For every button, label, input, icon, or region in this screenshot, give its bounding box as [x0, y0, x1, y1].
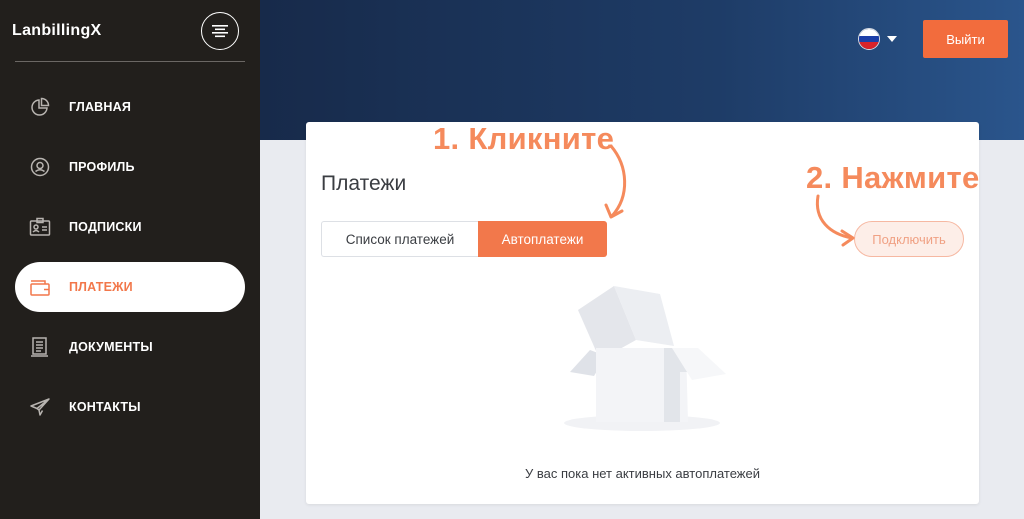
sidebar-item-label: КОНТАКТЫ	[69, 400, 141, 414]
top-header: Выйти	[260, 0, 1024, 140]
sidebar: LanbillingX ГЛАВНАЯ ПРОФИЛЬ ПОДПИСКИ ПЛА…	[0, 0, 260, 519]
document-icon	[29, 336, 51, 358]
sidebar-item-payments[interactable]: ПЛАТЕЖИ	[15, 262, 245, 312]
sidebar-item-profile[interactable]: ПРОФИЛЬ	[15, 142, 245, 192]
user-circle-icon	[29, 156, 51, 178]
brand-logo: LanbillingX	[12, 22, 102, 39]
sidebar-item-label: ПЛАТЕЖИ	[69, 280, 133, 294]
annotation-step1: 1. Кликните	[433, 121, 615, 156]
chevron-down-icon	[887, 36, 897, 42]
sidebar-divider	[15, 61, 245, 62]
language-selector[interactable]	[858, 28, 897, 50]
empty-state-text: У вас пока нет активных автоплатежей	[525, 466, 760, 481]
sidebar-item-label: ПРОФИЛЬ	[69, 160, 135, 174]
id-card-icon	[29, 216, 51, 238]
sidebar-item-label: ДОКУМЕНТЫ	[69, 340, 153, 354]
annotation-step2: 2. Нажмите	[806, 160, 980, 195]
connect-button[interactable]: Подключить	[854, 221, 964, 257]
sidebar-nav: ГЛАВНАЯ ПРОФИЛЬ ПОДПИСКИ ПЛАТЕЖИ ДОКУМЕН…	[15, 82, 245, 442]
empty-box-icon	[564, 286, 726, 431]
menu-toggle-button[interactable]	[201, 12, 239, 50]
sidebar-item-label: ПОДПИСКИ	[69, 220, 142, 234]
sidebar-item-home[interactable]: ГЛАВНАЯ	[15, 82, 245, 132]
sidebar-item-contacts[interactable]: КОНТАКТЫ	[15, 382, 245, 432]
page-title: Платежи	[321, 172, 407, 195]
tab-payment-list[interactable]: Список платежей	[321, 221, 478, 257]
wallet-icon	[29, 276, 51, 298]
tab-autopayments[interactable]: Автоплатежи	[478, 221, 607, 257]
payment-tabs: Список платежей Автоплатежи	[321, 221, 607, 257]
paper-plane-icon	[29, 396, 51, 418]
sidebar-item-subscriptions[interactable]: ПОДПИСКИ	[15, 202, 245, 252]
menu-icon	[212, 25, 228, 38]
logout-button[interactable]: Выйти	[923, 20, 1008, 58]
sidebar-item-label: ГЛАВНАЯ	[69, 100, 132, 114]
pie-chart-icon	[29, 96, 51, 118]
sidebar-item-documents[interactable]: ДОКУМЕНТЫ	[15, 322, 245, 372]
russian-flag-icon	[858, 28, 880, 50]
